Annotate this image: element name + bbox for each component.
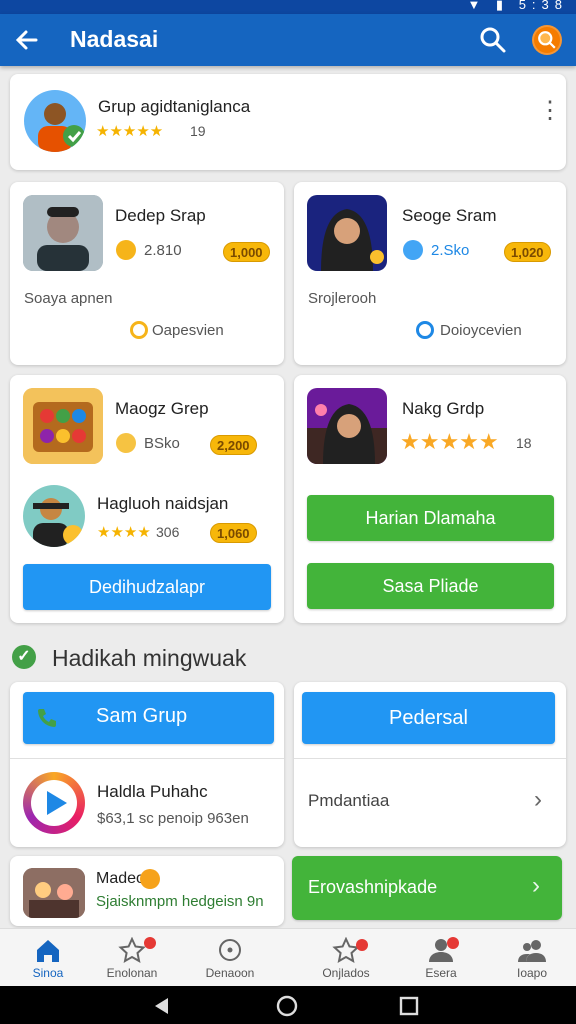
- profile-stars: ★★★★★: [96, 123, 164, 140]
- coin-badge: 1,020: [504, 242, 551, 262]
- profile-name: Grup agidtaniglanca: [98, 97, 251, 116]
- group-card[interactable]: Dedep Srap 2.810 1,000 Soaya apnen Oapes…: [10, 182, 284, 365]
- compass-icon: [219, 939, 241, 961]
- sam-grup-button[interactable]: Sam Grup: [23, 692, 274, 744]
- group-thumbnail: [307, 195, 387, 271]
- list-item-title: Madeo: [96, 870, 145, 887]
- list-item-subtitle: Sjaisknmpm hedgeisn 9n: [96, 893, 264, 910]
- group-thumbnail[interactable]: [307, 388, 387, 464]
- group-subtitle: Srojlerooh: [308, 290, 377, 307]
- play-icon[interactable]: [23, 772, 85, 834]
- group-stars: ★★★★★: [400, 429, 499, 454]
- group-subtitle: Soaya apnen: [24, 290, 113, 307]
- user-stars: ★★★★: [97, 524, 151, 541]
- people-icon: [518, 940, 546, 962]
- group-thumbnail: [23, 195, 103, 271]
- profile-card[interactable]: Grup agidtaniglanca ★★★★★ 19 ⋮: [10, 74, 566, 170]
- divider: [10, 758, 284, 759]
- coin-icon: [140, 869, 160, 889]
- nav-home[interactable]: Sinoa: [0, 929, 96, 987]
- profile-search-icon[interactable]: [532, 25, 562, 55]
- section-title: Hadikah mingwuak: [52, 645, 247, 671]
- back-arrow-icon[interactable]: [12, 25, 42, 55]
- game-thumbnail: [23, 868, 85, 918]
- page-title: Nadasai: [70, 26, 159, 52]
- status-time: 5:38: [518, 0, 568, 12]
- list-card: Sam Grup Haldla Puhahc $63,1 sc penoip 9…: [10, 682, 284, 847]
- list-card[interactable]: Madeo Sjaisknmpm hedgeisn 9n: [10, 856, 284, 926]
- nav-groups[interactable]: Onjlados: [298, 929, 394, 987]
- group-title: Seoge Sram: [402, 206, 497, 225]
- game-thumbnail[interactable]: [23, 388, 103, 464]
- user-avatar[interactable]: [23, 485, 85, 547]
- status-icons: ▼ ▮ 5:38: [467, 0, 568, 13]
- compass-icon: [116, 240, 136, 260]
- diamond-icon: [403, 240, 423, 260]
- link-icon: [130, 321, 148, 339]
- recents-square-icon[interactable]: [399, 996, 419, 1016]
- nav-explore[interactable]: Denaoon: [182, 929, 278, 987]
- user-rating: 306: [156, 524, 180, 540]
- divider: [294, 758, 566, 759]
- group-card: Maogz Grep BSko 2,200 Hagluoh naidsjan ★…: [10, 375, 284, 623]
- group-rating: 18: [516, 435, 532, 451]
- back-triangle-icon[interactable]: [152, 996, 172, 1016]
- system-nav-bar: [0, 986, 576, 1024]
- status-bar: ▼ ▮ 5:38: [0, 0, 576, 14]
- group-link[interactable]: Doioycevien: [440, 322, 522, 339]
- profile-rating: 19: [190, 123, 206, 139]
- chevron-right-icon: ›: [532, 872, 540, 899]
- coin-badge: 1,000: [223, 242, 270, 262]
- group-title: Dedep Srap: [115, 206, 206, 225]
- home-circle-icon[interactable]: [276, 995, 298, 1017]
- group-card: Nakg Grdp ★★★★★ 18 Harian Dlamaha Sasa P…: [294, 375, 566, 623]
- list-item-subtitle: $63,1 sc penoip 963en: [97, 810, 249, 827]
- dedih-button[interactable]: Dedihudzalapr: [23, 564, 271, 610]
- star-icon: [118, 937, 146, 963]
- game-title: Maogz Grep: [115, 399, 209, 418]
- group-link[interactable]: Oapesvien: [152, 322, 224, 339]
- bottom-navigation: Sinoa Enolonan Denaoon Onjlados Esera Io…: [0, 928, 576, 986]
- search-icon[interactable]: [478, 25, 508, 55]
- phone-icon: [38, 709, 56, 727]
- nav-profile[interactable]: Esera: [393, 929, 489, 987]
- check-icon: ✓: [12, 645, 36, 669]
- smiley-icon: [116, 433, 136, 453]
- notification-badge: [447, 937, 459, 949]
- list-item-title[interactable]: Pmdantiaa: [308, 791, 389, 811]
- erovash-label: Erovashnipkade: [308, 877, 438, 897]
- profile-avatar: [24, 90, 86, 152]
- coin-badge: 1,060: [210, 523, 257, 543]
- sam-grup-label: Sam Grup: [96, 705, 188, 727]
- star-icon: [332, 937, 360, 963]
- list-card: Pedersal Pmdantiaa ›: [294, 682, 566, 847]
- group-card[interactable]: Seoge Sram 2.Sko 1,020 Srojlerooh Doioyc…: [294, 182, 566, 365]
- game-stat: BSko: [144, 435, 180, 452]
- link-icon: [416, 321, 434, 339]
- list-item-title: Haldla Puhahc: [97, 782, 208, 801]
- nav-favorites[interactable]: Enolonan: [84, 929, 180, 987]
- pedersal-button[interactable]: Pedersal: [302, 692, 555, 744]
- sasa-button[interactable]: Sasa Pliade: [307, 563, 554, 609]
- notification-badge: [356, 939, 368, 951]
- group-title: Nakg Grdp: [402, 399, 485, 418]
- group-stat: 2.Sko: [431, 242, 470, 259]
- more-options-icon[interactable]: ⋮: [538, 99, 562, 123]
- chevron-right-icon[interactable]: ›: [534, 786, 542, 814]
- nav-people[interactable]: Ioapo: [484, 929, 576, 987]
- notification-badge: [144, 937, 156, 949]
- harian-button[interactable]: Harian Dlamaha: [307, 495, 554, 541]
- coin-badge: 2,200: [210, 435, 257, 455]
- erovash-button[interactable]: Erovashnipkade ›: [292, 856, 562, 920]
- home-icon: [37, 940, 59, 962]
- app-bar: Nadasai: [0, 14, 576, 66]
- group-stat: 2.810: [144, 242, 182, 259]
- user-name: Hagluoh naidsjan: [97, 494, 229, 513]
